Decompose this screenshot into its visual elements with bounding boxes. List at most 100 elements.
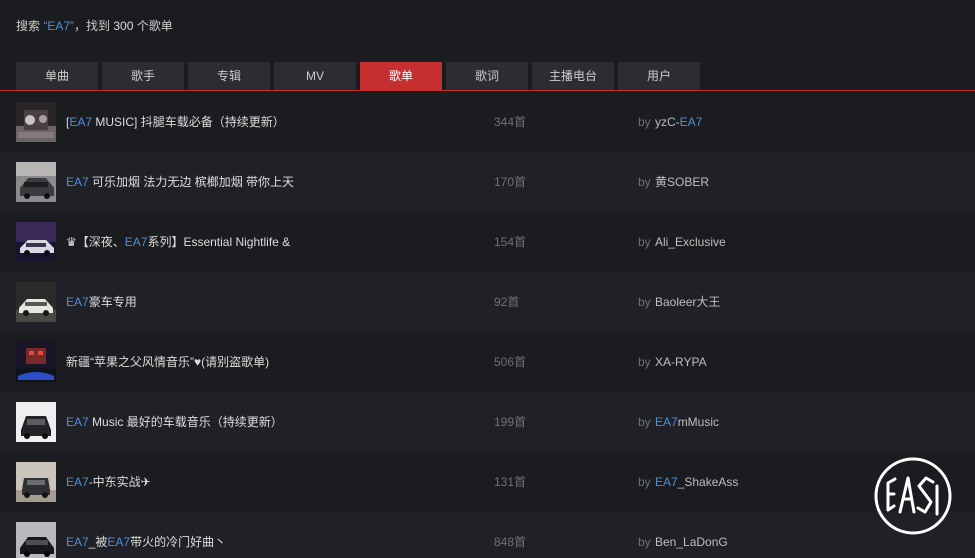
track-count: 199首 <box>494 415 527 429</box>
creator-keyword: EA7 <box>679 115 703 129</box>
playlist-title[interactable]: 新疆“苹果之父风情音乐”♥(请别盗歌单) <box>66 354 269 370</box>
tab-songs[interactable]: 单曲 <box>16 62 98 90</box>
creator-segment: XA-RYPA <box>655 355 707 369</box>
by-label: by <box>638 475 651 489</box>
playlist-cover[interactable] <box>16 522 56 558</box>
track-count: 344首 <box>494 115 527 129</box>
playlist-cover[interactable] <box>16 102 56 142</box>
playlist-cover[interactable] <box>16 282 56 322</box>
cover-image <box>16 522 56 558</box>
playlist-row[interactable]: ♛【深夜、EA7系列】Essential Nightlife & 154首 by… <box>0 212 975 272</box>
title-keyword: EA7 <box>66 535 89 549</box>
tab-mv[interactable]: MV <box>274 62 356 90</box>
creator-segment: 黄SOBER <box>655 175 710 189</box>
title-segment: MUSIC] 抖腿车载必备（持续更新） <box>92 115 285 129</box>
by-label: by <box>638 235 651 249</box>
playlist-row[interactable]: 新疆“苹果之父风情音乐”♥(请别盗歌单) 506首 by XA-RYPA <box>0 332 975 392</box>
creator-link[interactable]: Baoleer大王 <box>655 294 720 310</box>
by-label: by <box>638 175 651 189</box>
playlist-cover[interactable] <box>16 462 56 502</box>
by-label: by <box>638 415 651 429</box>
track-count: 131首 <box>494 475 527 489</box>
track-count: 170首 <box>494 175 527 189</box>
by-label: by <box>638 535 651 549</box>
playlist-title[interactable]: [EA7 MUSIC] 抖腿车载必备（持续更新） <box>66 114 285 130</box>
result-count: 300 <box>113 19 134 33</box>
creator-segment: _ShakeAss <box>677 475 739 489</box>
track-count: 506首 <box>494 355 527 369</box>
title-segment: 带火的冷门好曲丶 <box>130 535 227 549</box>
track-count: 154首 <box>494 235 527 249</box>
title-keyword: EA7 <box>66 175 89 189</box>
creator-link[interactable]: Ben_LaDonG <box>655 534 728 550</box>
cover-image <box>16 462 56 502</box>
title-segment: _被 <box>88 535 108 549</box>
result-type-tabs: 单曲 歌手 专辑 MV 歌单 歌词 主播电台 用户 <box>16 62 704 90</box>
summary-prefix: 搜索 <box>16 19 44 33</box>
playlist-list: [EA7 MUSIC] 抖腿车载必备（持续更新） 344首 by yzC-EA7 <box>0 92 975 558</box>
by-label: by <box>638 355 651 369</box>
creator-segment: mMusic <box>677 415 720 429</box>
playlist-cover[interactable] <box>16 342 56 382</box>
title-keyword: EA7 <box>66 295 89 309</box>
playlist-cover[interactable] <box>16 402 56 442</box>
creator-segment: Ali_Exclusive <box>655 235 726 249</box>
title-keyword: EA7 <box>69 115 93 129</box>
title-segment: 豪车专用 <box>88 295 137 309</box>
title-segment: ♛【深夜、 <box>66 235 125 249</box>
tab-albums[interactable]: 专辑 <box>188 62 270 90</box>
tab-playlists[interactable]: 歌单 <box>360 62 442 90</box>
creator-segment: yzC- <box>655 115 680 129</box>
summary-middle: ，找到 <box>74 19 114 33</box>
playlist-row[interactable]: EA7_被EA7带火的冷门好曲丶 848首 by Ben_LaDonG <box>0 512 975 558</box>
title-segment: -中东实战✈ <box>88 475 151 489</box>
creator-link[interactable]: 黄SOBER <box>655 174 709 190</box>
playlist-title[interactable]: EA7 Music 最好的车载音乐（持续更新） <box>66 414 283 430</box>
cover-image <box>16 282 56 322</box>
playlist-row[interactable]: [EA7 MUSIC] 抖腿车载必备（持续更新） 344首 by yzC-EA7 <box>0 92 975 152</box>
by-label: by <box>638 115 651 129</box>
creator-link[interactable]: EA7_ShakeAss <box>655 474 738 490</box>
title-keyword: EA7 <box>107 535 131 549</box>
tab-lyrics[interactable]: 歌词 <box>446 62 528 90</box>
playlist-title[interactable]: ♛【深夜、EA7系列】Essential Nightlife & <box>66 234 290 250</box>
creator-segment: Ben_LaDonG <box>655 535 728 549</box>
title-keyword: EA7 <box>66 415 89 429</box>
track-count: 92首 <box>494 295 520 309</box>
playlist-row[interactable]: EA7-中东实战✈ 131首 by EA7_ShakeAss <box>0 452 975 512</box>
creator-keyword: EA7 <box>655 415 678 429</box>
title-segment: 系列】Essential Nightlife & <box>147 235 291 249</box>
search-summary: 搜索 “EA7”，找到 300 个歌单 <box>16 18 173 34</box>
eas-logo-icon <box>874 457 952 535</box>
playlist-row[interactable]: EA7 Music 最好的车载音乐（持续更新） 199首 by EA7mMusi… <box>0 392 975 452</box>
title-keyword: EA7 <box>66 475 89 489</box>
playlist-title[interactable]: EA7 可乐加烟 法力无边 槟榔加烟 带你上天 <box>66 174 294 190</box>
playlist-search-results: 搜索 “EA7”，找到 300 个歌单 单曲 歌手 专辑 MV 歌单 歌词 主播… <box>0 0 975 558</box>
playlist-title[interactable]: EA7-中东实战✈ <box>66 474 151 490</box>
cover-image <box>16 222 56 262</box>
creator-link[interactable]: EA7mMusic <box>655 414 719 430</box>
playlist-title[interactable]: EA7_被EA7带火的冷门好曲丶 <box>66 534 226 550</box>
cover-image <box>16 342 56 382</box>
tab-artists[interactable]: 歌手 <box>102 62 184 90</box>
title-segment: 可乐加烟 法力无边 槟榔加烟 带你上天 <box>88 175 295 189</box>
cover-image <box>16 102 56 142</box>
playlist-row[interactable]: EA7豪车专用 92首 by Baoleer大王 <box>0 272 975 332</box>
tab-users[interactable]: 用户 <box>618 62 700 90</box>
playlist-row[interactable]: EA7 可乐加烟 法力无边 槟榔加烟 带你上天 170首 by 黄SOBER <box>0 152 975 212</box>
tab-radio[interactable]: 主播电台 <box>532 62 614 90</box>
playlist-title[interactable]: EA7豪车专用 <box>66 294 137 310</box>
search-keyword: “EA7” <box>43 19 75 33</box>
creator-link[interactable]: Ali_Exclusive <box>655 234 726 250</box>
by-label: by <box>638 295 651 309</box>
creator-link[interactable]: XA-RYPA <box>655 354 707 370</box>
cover-image <box>16 162 56 202</box>
playlist-cover[interactable] <box>16 162 56 202</box>
track-count: 848首 <box>494 535 527 549</box>
playlist-cover[interactable] <box>16 222 56 262</box>
creator-segment: Baoleer大王 <box>655 295 721 309</box>
title-segment: 新疆“苹果之父风情音乐”♥(请别盗歌单) <box>66 355 270 369</box>
title-segment: Music 最好的车载音乐（持续更新） <box>88 415 283 429</box>
creator-link[interactable]: yzC-EA7 <box>655 114 702 130</box>
creator-keyword: EA7 <box>655 475 678 489</box>
